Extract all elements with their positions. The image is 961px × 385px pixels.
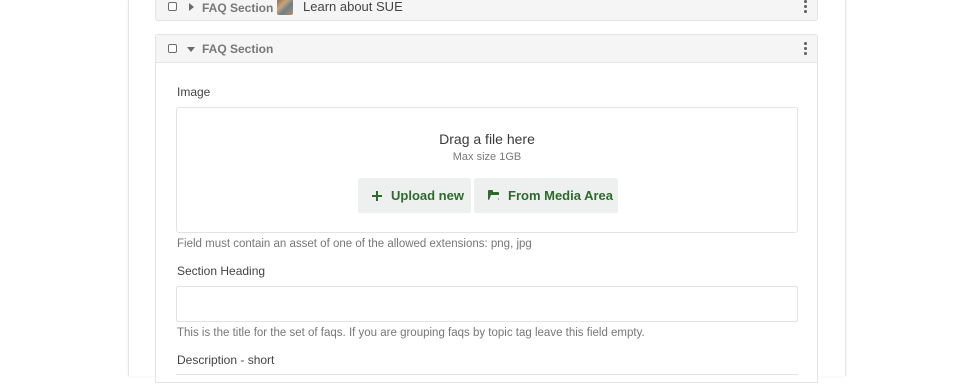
- section-heading-help: This is the title for the set of faqs. I…: [177, 327, 645, 339]
- section-select-checkbox[interactable]: [168, 2, 177, 11]
- dropzone-max-size: Max size 1GB: [452, 151, 522, 163]
- section-summary: Learn about SUE: [303, 0, 403, 14]
- image-field-label: Image: [177, 85, 211, 99]
- file-dropzone[interactable]: Drag a file here Max size 1GB Upload new…: [176, 107, 798, 233]
- collapsed-faq-section-bar[interactable]: FAQ Section Learn about SUE: [155, 0, 818, 21]
- from-media-area-label: From Media Area: [508, 188, 613, 203]
- from-media-area-button[interactable]: From Media Area: [474, 178, 618, 213]
- section-heading-label: Section Heading: [177, 264, 266, 278]
- section-type-label: FAQ Section: [202, 42, 274, 56]
- section-heading-input[interactable]: [176, 286, 798, 322]
- plus-icon: [372, 190, 382, 201]
- description-short-label: Description - short: [177, 353, 275, 367]
- dropzone-title: Drag a file here: [439, 131, 535, 147]
- caret-right-icon[interactable]: [189, 3, 194, 11]
- kebab-menu-icon[interactable]: [804, 0, 807, 13]
- image-field-help: Field must contain an asset of one of th…: [177, 238, 532, 250]
- section-type-label: FAQ Section: [202, 1, 274, 15]
- expanded-faq-section-bar[interactable]: FAQ Section: [155, 34, 818, 63]
- caret-down-icon[interactable]: [187, 47, 195, 52]
- upload-new-label: Upload new: [391, 188, 464, 203]
- kebab-menu-icon[interactable]: [804, 42, 807, 55]
- section-thumbnail: [277, 0, 293, 15]
- folder-open-icon: [488, 190, 500, 200]
- section-select-checkbox[interactable]: [168, 44, 177, 53]
- upload-new-button[interactable]: Upload new: [358, 178, 471, 213]
